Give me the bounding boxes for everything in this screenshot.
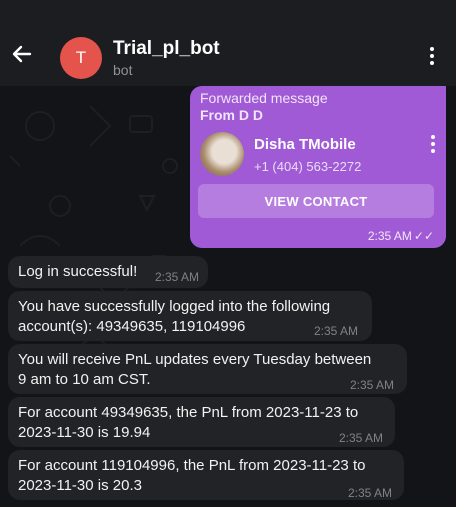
bot-avatar[interactable]: T (60, 37, 102, 79)
message-time: 2:35 AM (314, 324, 359, 338)
chat-area[interactable]: Forwarded message From D D Disha TMobile… (0, 86, 456, 507)
message-bubble[interactable]: You will receive PnL updates every Tuesd… (8, 344, 407, 394)
contact-photo[interactable] (200, 132, 244, 176)
message-time: 2:35 AM (339, 431, 384, 445)
message-bubble[interactable]: You have successfully logged into the fo… (8, 291, 372, 341)
view-contact-button[interactable]: VIEW CONTACT (198, 184, 434, 218)
forwarded-label: Forwarded message (200, 90, 328, 106)
time-label: 2:35 AM (367, 229, 412, 243)
message-bubble[interactable]: For account 49349635, the PnL from 2023-… (8, 397, 395, 447)
message-bubble[interactable]: For account 119104996, the PnL from 2023… (8, 450, 404, 500)
message-text: For account 119104996, the PnL from 2023… (18, 457, 366, 494)
message-time: 2:35 AM (350, 378, 395, 392)
message-text: You will receive PnL updates every Tuesd… (18, 351, 372, 388)
contact-options-icon[interactable] (428, 135, 438, 153)
message-time: 2:35 AM (348, 486, 393, 500)
chat-title[interactable]: Trial_pl_bot (113, 38, 220, 60)
contact-name[interactable]: Disha TMobile (254, 136, 356, 153)
forwarded-from[interactable]: From D D (200, 107, 263, 123)
message-bubble[interactable]: Log in successful! 2:35 AM (8, 256, 208, 288)
avatar-letter: T (75, 48, 87, 67)
message-time: 2:35 AM ✓✓ (368, 229, 434, 243)
message-text: You have successfully logged into the fo… (18, 298, 331, 335)
more-options-icon[interactable] (425, 47, 439, 69)
message-text: For account 49349635, the PnL from 2023-… (18, 404, 359, 441)
back-arrow-icon[interactable] (8, 40, 36, 68)
chat-header: T Trial_pl_bot bot (0, 0, 456, 86)
read-checkmarks-icon: ✓✓ (413, 229, 434, 243)
message-time: 2:35 AM (155, 270, 200, 284)
chat-subtitle: bot (113, 62, 133, 78)
contact-phone: +1 (404) 563-2272 (254, 159, 362, 174)
forwarded-contact-bubble: Forwarded message From D D Disha TMobile… (190, 86, 446, 248)
message-text: Log in successful! (18, 263, 138, 280)
